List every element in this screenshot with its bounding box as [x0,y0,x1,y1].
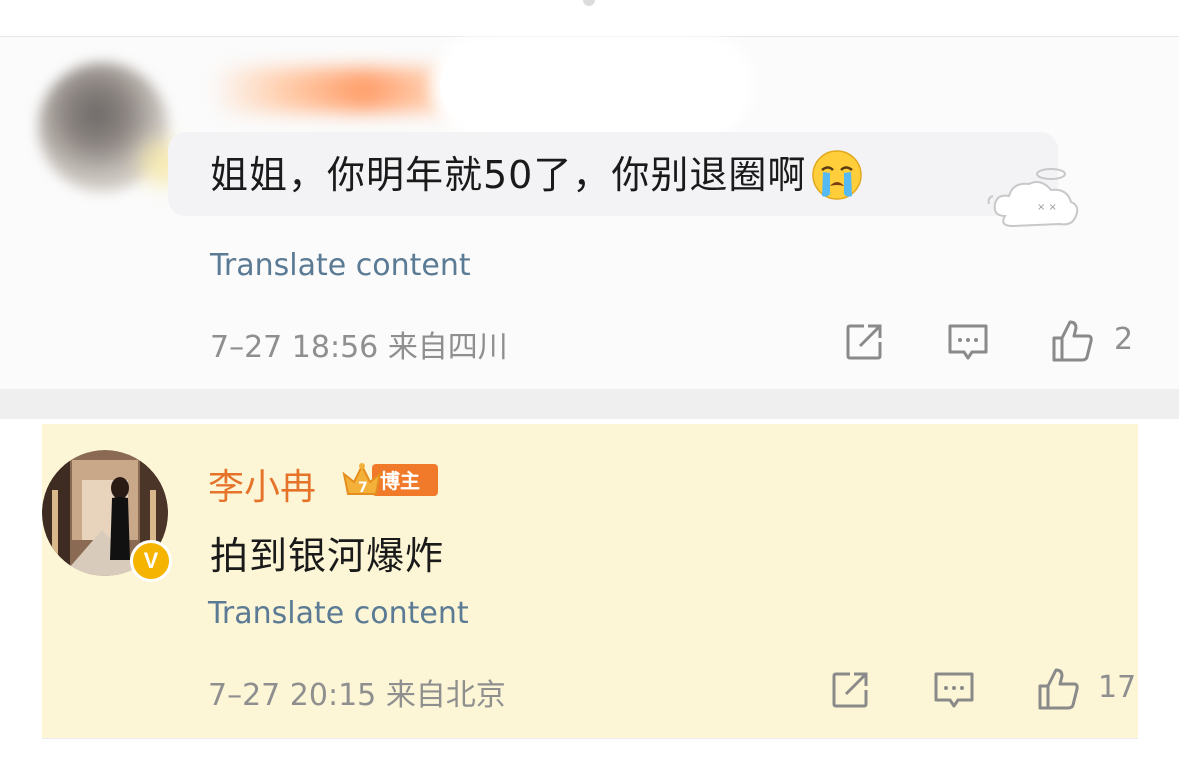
blogger-badge-label: 博主 [380,469,420,493]
share-icon[interactable] [842,320,886,364]
badge-level: 7 [358,480,368,496]
handle-notch [583,0,595,6]
comment-text-1-body: 姐姐，你明年就50了，你别退圈啊 [210,153,807,197]
top-strip [0,0,1179,37]
verified-v-icon: V [130,540,172,582]
weibo-comment-thread: 姐姐，你明年就50了，你别退圈啊 × × Translate content 7… [0,0,1179,764]
bottom-divider [42,738,1138,739]
cloud-sticker-icon: × × [987,168,1079,228]
reply-icon[interactable] [932,668,976,712]
section-divider [0,389,1179,419]
username[interactable]: 李小冉 [208,458,316,510]
svg-text:× ×: × × [1037,202,1057,213]
comment-location-1: 来自四川 [387,330,508,365]
like-count-2: 17 [1098,670,1137,705]
like-count-1: 2 [1114,322,1134,357]
comment-meta-2: 7–27 20:15 来自北京 [208,670,506,714]
comment-time-1: 7–27 18:56 [210,330,379,365]
comment-location-2: 来自北京 [385,678,506,713]
loudly-crying-face-icon [812,149,863,200]
translate-link-1[interactable]: Translate content [210,248,471,283]
thumbs-up-icon[interactable] [1050,318,1094,362]
reply-icon[interactable] [946,320,990,364]
comment-meta-1: 7–27 18:56 来自四川 [210,322,508,366]
redaction-blob [440,44,745,128]
comment-text-2: 拍到银河爆炸 [210,534,445,578]
translate-link-2[interactable]: Translate content [208,596,469,631]
share-icon[interactable] [828,668,872,712]
comment-time-2: 7–27 20:15 [208,678,377,713]
comment-text-1: 姐姐，你明年就50了，你别退圈啊 [210,147,864,203]
thumbs-up-icon[interactable] [1036,666,1080,710]
